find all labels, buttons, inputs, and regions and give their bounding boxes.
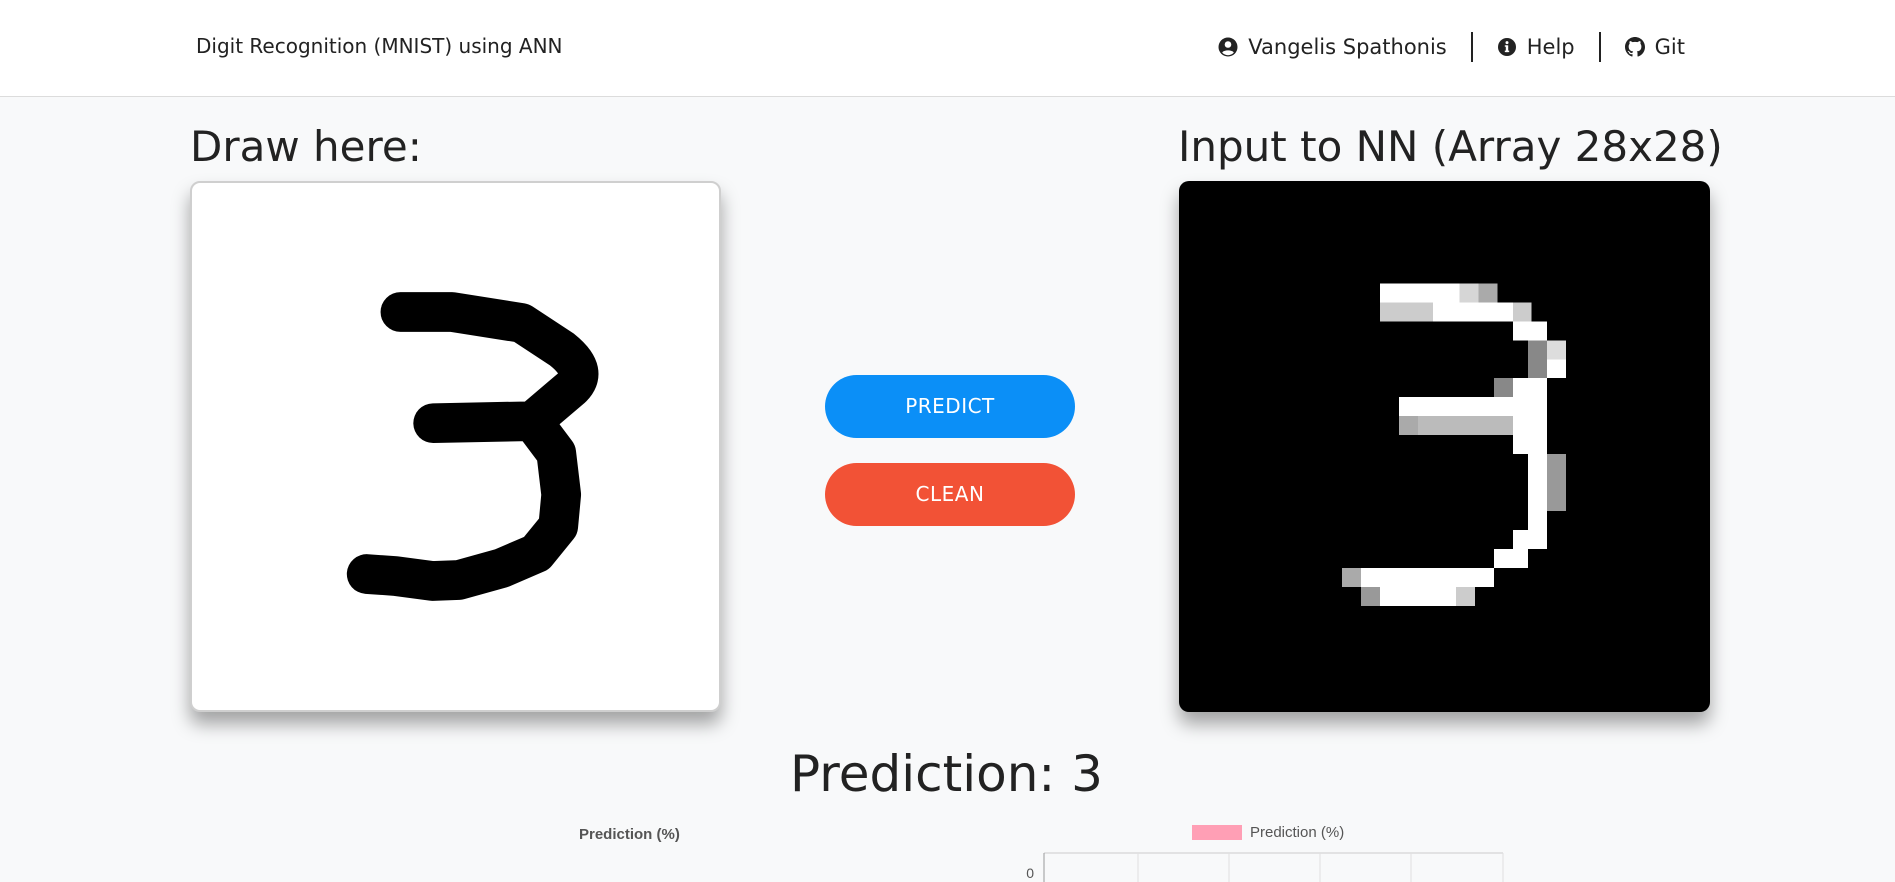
nav-user-link[interactable]: Vangelis Spathonis bbox=[1194, 35, 1470, 59]
app-brand[interactable]: Digit Recognition (MNIST) using ANN bbox=[196, 34, 563, 58]
nav-git-link[interactable]: Git bbox=[1601, 35, 1685, 59]
predict-button[interactable]: PREDICT bbox=[825, 375, 1075, 438]
legend-swatch bbox=[1192, 825, 1242, 840]
nav-help-label: Help bbox=[1526, 35, 1575, 59]
nav-help-link[interactable]: Help bbox=[1473, 35, 1599, 59]
chart-title: Prediction (%) bbox=[579, 826, 680, 843]
legend-label: Prediction (%) bbox=[1250, 824, 1345, 841]
drawn-digit-stroke bbox=[346, 292, 599, 601]
info-circle-icon bbox=[1497, 38, 1516, 56]
user-circle-icon bbox=[1218, 37, 1238, 57]
nn-input-pixel-grid bbox=[1342, 283, 1566, 606]
nav-links: Vangelis Spathonis Help Git bbox=[1194, 30, 1685, 64]
nn-input-canvas bbox=[1179, 181, 1710, 712]
clean-button[interactable]: CLEAN bbox=[825, 463, 1075, 526]
nav-user-label: Vangelis Spathonis bbox=[1248, 35, 1447, 59]
draw-heading: Draw here: bbox=[190, 122, 422, 171]
chart-legend[interactable]: Prediction (%) bbox=[1192, 824, 1344, 841]
drawing-canvas[interactable] bbox=[190, 181, 721, 712]
prediction-bar-chart: 0 bbox=[1026, 852, 1504, 882]
y-tick-label: 0 bbox=[1026, 865, 1034, 881]
prediction-result: Prediction: 3 bbox=[790, 745, 1103, 803]
navbar: Digit Recognition (MNIST) using ANN Vang… bbox=[0, 0, 1895, 97]
nn-input-heading: Input to NN (Array 28x28) bbox=[1178, 122, 1723, 171]
nav-git-label: Git bbox=[1654, 35, 1685, 59]
github-icon bbox=[1624, 37, 1645, 57]
